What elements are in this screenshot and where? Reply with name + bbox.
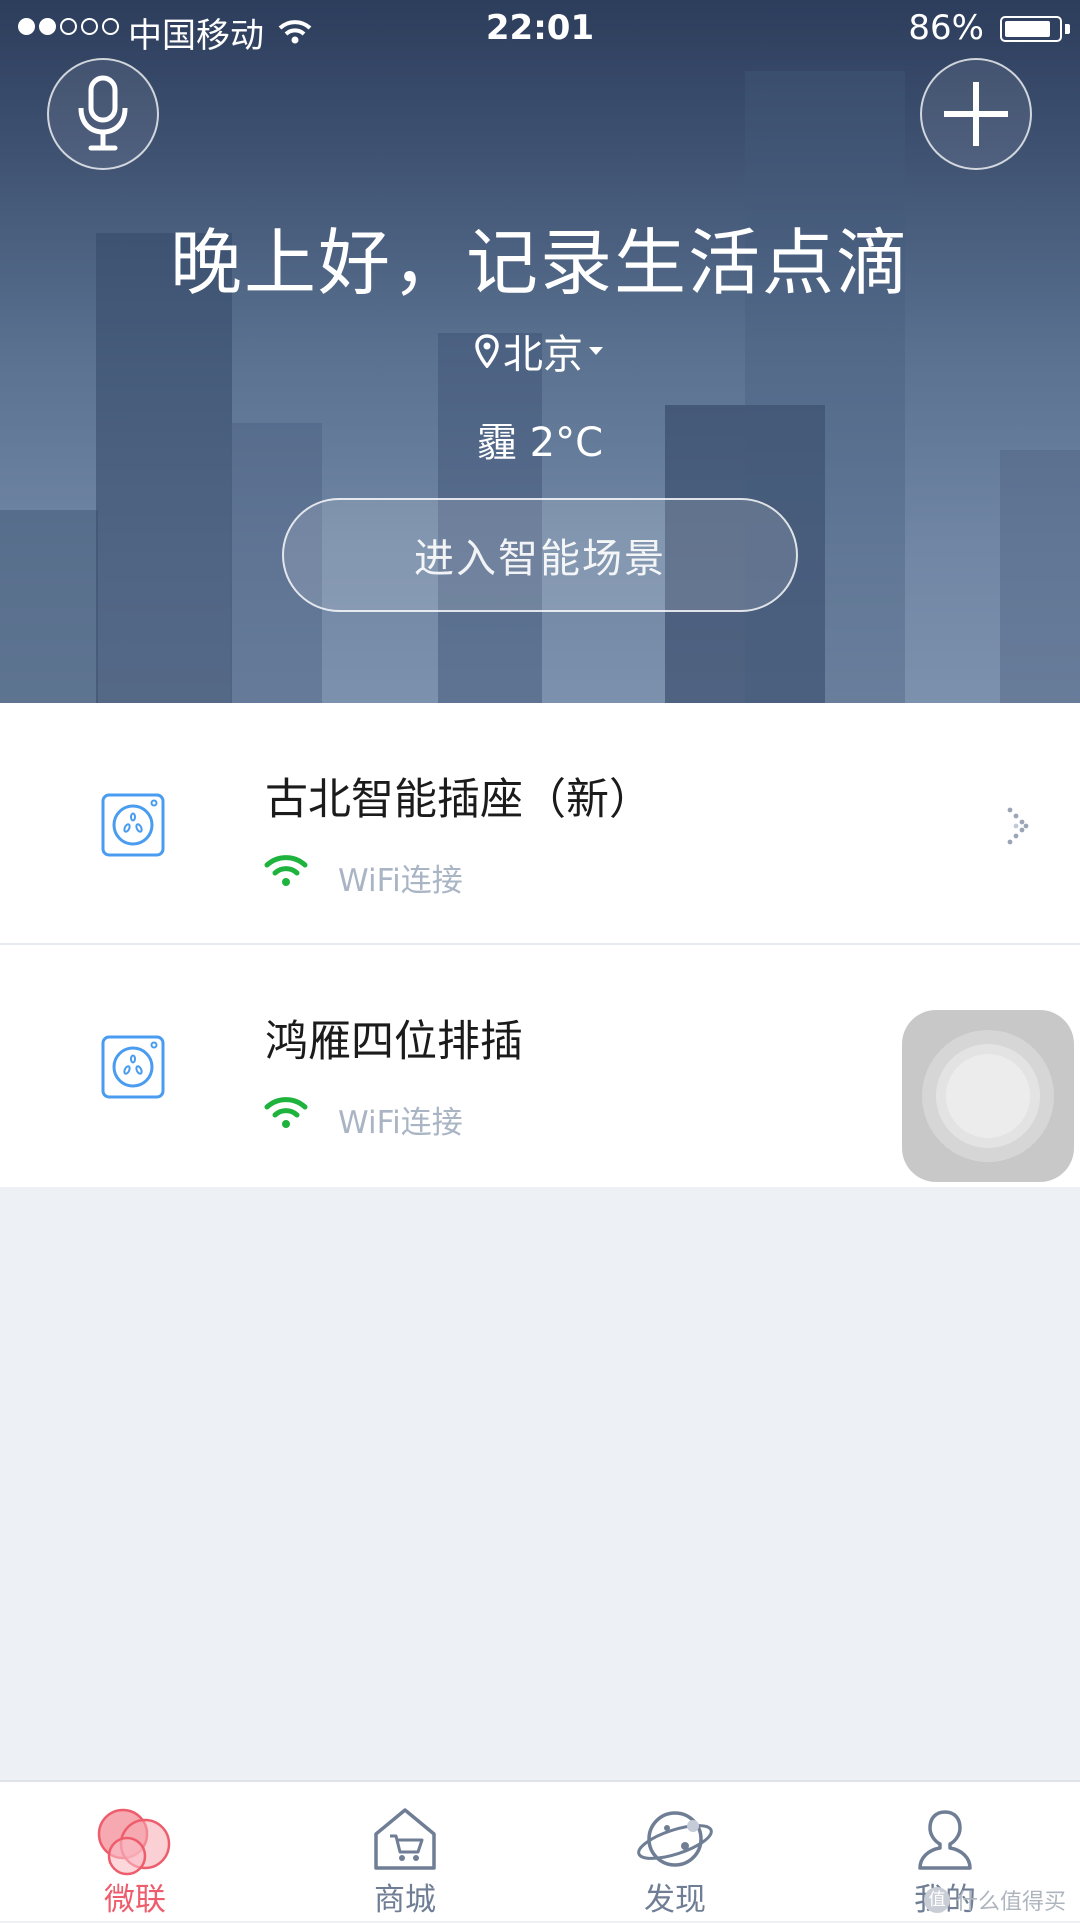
smart-socket-icon — [101, 793, 165, 857]
plus-icon — [944, 82, 1008, 146]
bubbles-icon — [97, 1808, 171, 1876]
tab-weilian[interactable]: 微联 — [0, 1782, 270, 1923]
device-name: 鸿雁四位排插 — [265, 1017, 523, 1067]
greeting-title: 晚上好，记录生活点滴 — [169, 221, 910, 305]
battery-percent: 86% — [908, 8, 984, 48]
device-name: 古北智能插座（新） — [265, 775, 652, 825]
header-hero: 中国移动 22:01 86% 晚上好，记录生活点滴 北京 霾 2°C 进入智能场… — [0, 0, 1080, 703]
tab-discover[interactable]: 发现 — [540, 1782, 810, 1923]
device-row[interactable]: 古北智能插座（新） WiFi连接 — [0, 703, 1080, 945]
wifi-connected-icon — [264, 855, 308, 886]
chevron-right-icon — [1007, 807, 1029, 845]
skyline-building — [0, 510, 98, 703]
city-selector[interactable]: 北京 — [0, 322, 1080, 380]
microphone-icon — [78, 75, 128, 151]
smart-socket-icon — [101, 1035, 165, 1099]
skyline-building — [1000, 450, 1080, 703]
location-pin-icon — [475, 334, 499, 368]
smart-scene-button[interactable]: 进入智能场景 — [282, 498, 798, 612]
voice-button[interactable] — [47, 58, 159, 170]
assistive-touch-button[interactable] — [902, 1010, 1074, 1182]
battery-tip — [1065, 24, 1070, 34]
tab-shop[interactable]: 商城 — [270, 1782, 540, 1923]
battery-icon — [1000, 16, 1062, 42]
skyline-building — [745, 71, 905, 703]
watermark-logo-icon: 值 — [923, 1887, 950, 1913]
tab-label: 发现 — [644, 1882, 706, 1918]
wifi-connected-icon — [264, 1097, 308, 1128]
shop-cart-icon — [374, 1808, 436, 1870]
add-device-button[interactable] — [920, 58, 1032, 170]
status-bar: 中国移动 22:01 86% — [0, 0, 1080, 58]
user-icon — [918, 1810, 972, 1870]
planet-icon — [637, 1811, 713, 1867]
city-name: 北京 — [503, 332, 583, 378]
watermark-text: 什么值得买 — [955, 1890, 1066, 1915]
device-status: WiFi连接 — [338, 863, 463, 899]
weather-info: 霾 2°C — [476, 420, 604, 466]
watermark: 值 什么值得买 — [923, 1884, 1066, 1916]
tab-bar: 微联 商城 发现 我的 — [0, 1780, 1080, 1921]
dropdown-arrow-icon — [589, 347, 603, 355]
tab-label: 商城 — [374, 1882, 436, 1918]
tab-label: 微联 — [104, 1882, 166, 1918]
device-status: WiFi连接 — [338, 1105, 463, 1141]
